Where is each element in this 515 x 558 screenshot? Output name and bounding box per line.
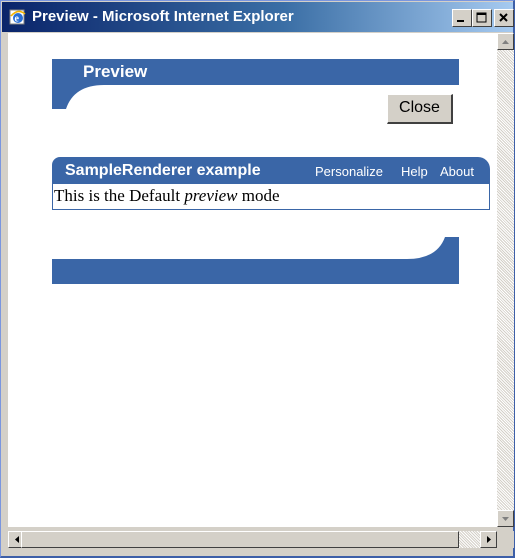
window-title: Preview - Microsoft Internet Explorer bbox=[32, 8, 294, 25]
help-link[interactable]: Help bbox=[401, 164, 428, 180]
scroll-right-button[interactable] bbox=[480, 531, 497, 548]
resize-grip[interactable] bbox=[497, 531, 514, 548]
scroll-up-button[interactable] bbox=[497, 33, 514, 50]
vertical-scrollbar[interactable] bbox=[497, 33, 514, 527]
portlet-body: This is the Default preview mode bbox=[52, 184, 490, 210]
page-viewport: Preview Close SampleRenderer example Per… bbox=[8, 33, 497, 527]
title-bar[interactable]: e Preview - Microsoft Internet Explorer bbox=[2, 2, 514, 32]
body-text-prefix: This is the Default bbox=[54, 186, 181, 205]
body-text-emphasis: preview bbox=[184, 186, 238, 205]
browser-window: e Preview - Microsoft Internet Explorer … bbox=[0, 0, 515, 558]
portlet-title: SampleRenderer example bbox=[65, 162, 261, 179]
minimize-icon bbox=[457, 20, 464, 22]
personalize-link[interactable]: Personalize bbox=[315, 164, 383, 180]
header-curve-decoration bbox=[52, 85, 104, 109]
page-title: Preview bbox=[83, 62, 148, 81]
svg-text:e: e bbox=[15, 14, 20, 25]
portlet-content: This is the Default preview mode bbox=[54, 186, 280, 206]
body-text-suffix: mode bbox=[241, 186, 280, 205]
horizontal-scroll-thumb[interactable] bbox=[21, 531, 459, 548]
arrow-up-icon bbox=[502, 40, 509, 44]
about-link[interactable]: About bbox=[440, 164, 474, 180]
scroll-down-button[interactable] bbox=[497, 510, 514, 527]
maximize-icon bbox=[476, 12, 487, 23]
maximize-button[interactable] bbox=[472, 9, 492, 27]
arrow-right-icon bbox=[487, 536, 491, 543]
close-icon bbox=[499, 13, 508, 22]
portlet-header: SampleRenderer example Personalize Help … bbox=[52, 157, 490, 184]
footer-curve-decoration bbox=[407, 237, 459, 259]
arrow-down-icon bbox=[502, 517, 509, 521]
ie-icon: e bbox=[9, 9, 26, 25]
preview-header: Preview bbox=[52, 59, 459, 85]
minimize-button[interactable] bbox=[452, 9, 472, 27]
close-button[interactable]: Close bbox=[387, 94, 453, 124]
close-window-button[interactable] bbox=[494, 9, 514, 27]
footer-bar bbox=[52, 259, 459, 284]
